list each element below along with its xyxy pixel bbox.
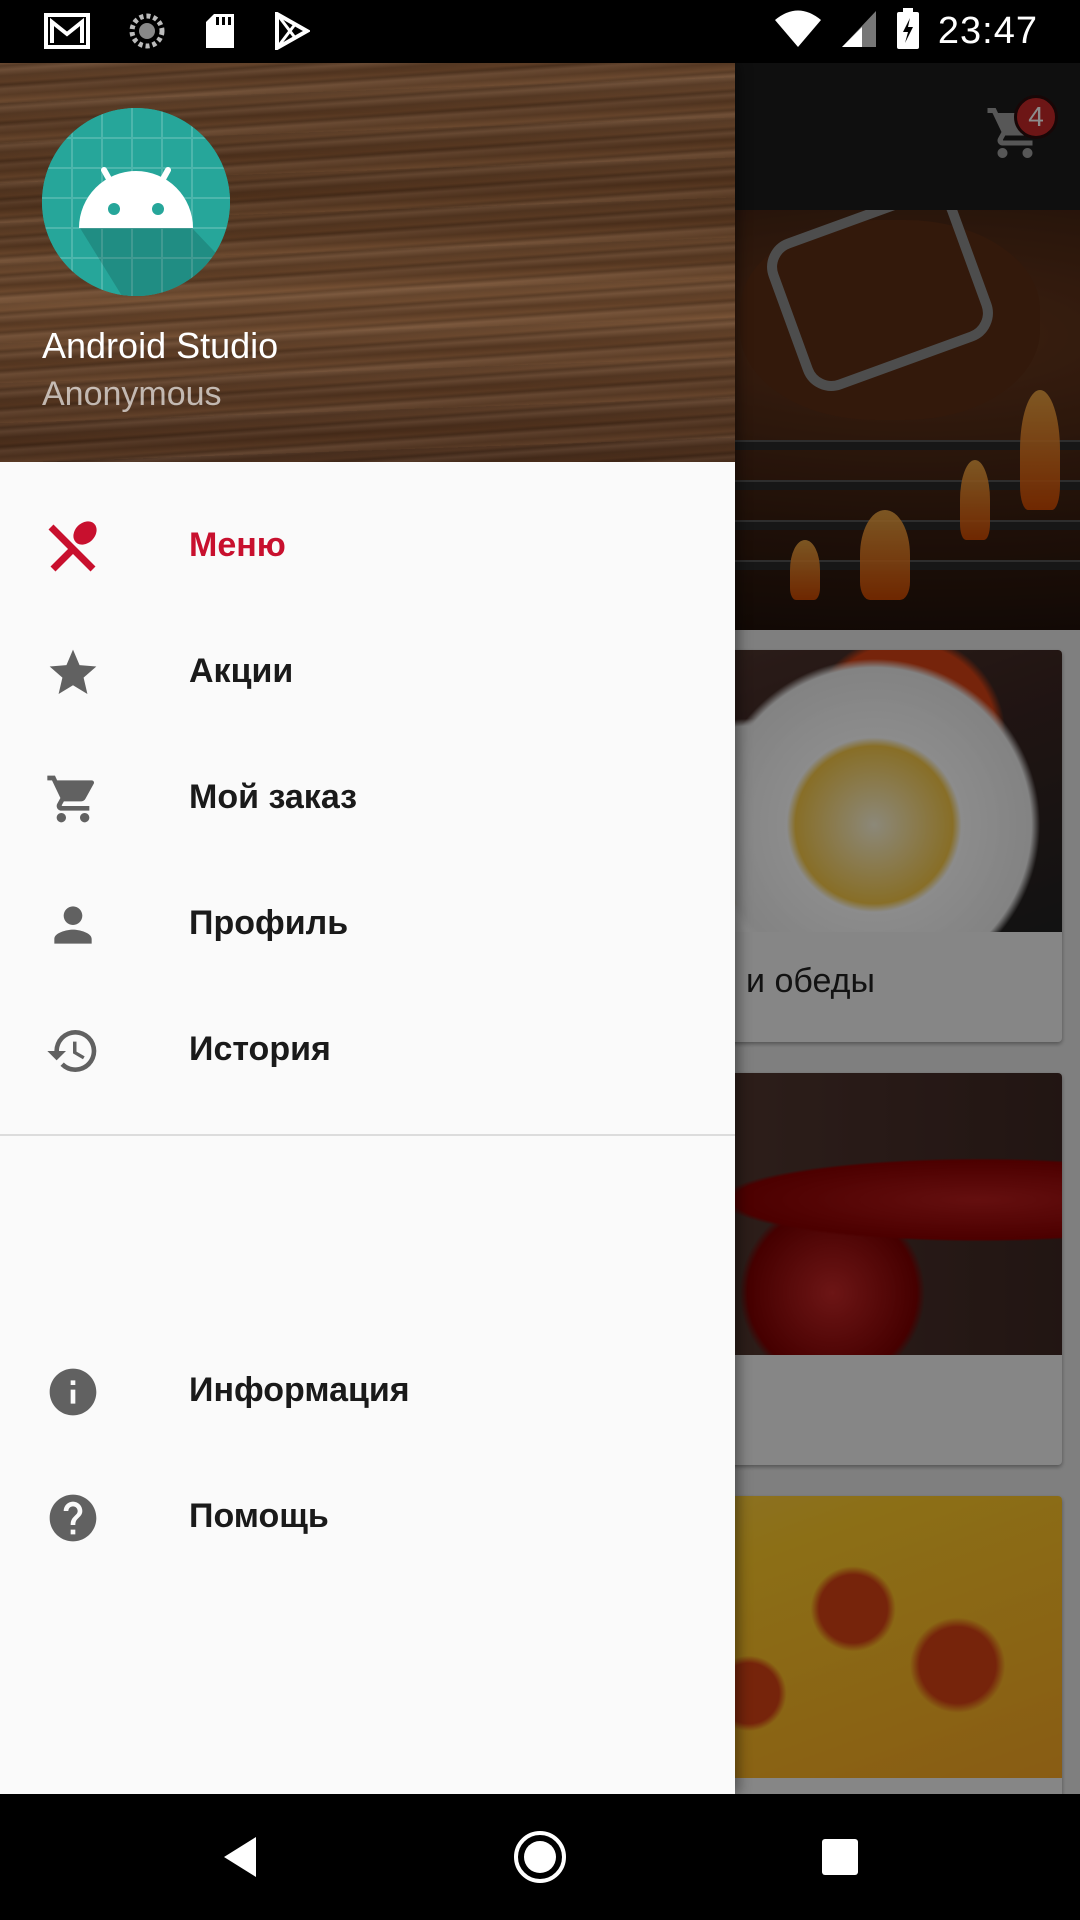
nav-label: Мой заказ xyxy=(189,777,358,816)
nav-label: Профиль xyxy=(189,903,349,942)
nav-label: Акции xyxy=(189,651,294,690)
avatar[interactable] xyxy=(42,108,230,296)
navigation-drawer: Android Studio Anonymous Меню Акции Мой … xyxy=(0,63,735,1794)
nav-list: Меню Акции Мой заказ Профиль История xyxy=(0,482,735,1112)
nav-item-history[interactable]: История xyxy=(0,986,735,1112)
home-icon[interactable] xyxy=(512,1829,568,1885)
fork-spoon-icon xyxy=(45,519,101,575)
nav-item-menu[interactable]: Меню xyxy=(0,482,735,608)
nav-item-profile[interactable]: Профиль xyxy=(0,860,735,986)
nav-item-promotions[interactable]: Акции xyxy=(0,608,735,734)
wifi-icon xyxy=(774,9,822,54)
battery-charging-icon xyxy=(896,8,920,55)
clock: 23:47 xyxy=(937,10,1038,52)
drawer-divider xyxy=(0,1134,735,1136)
nav-list-secondary: Информация Помощь xyxy=(0,1327,735,1579)
user-subtitle: Anonymous xyxy=(42,375,222,413)
nav-label: Информация xyxy=(189,1370,410,1409)
sd-card-icon xyxy=(204,12,236,55)
user-name: Android Studio xyxy=(42,325,279,366)
nav-item-my-order[interactable]: Мой заказ xyxy=(0,734,735,860)
recents-icon[interactable] xyxy=(812,1829,868,1885)
nav-label: История xyxy=(189,1029,331,1068)
history-icon xyxy=(45,1023,101,1079)
status-bar: 23:47 xyxy=(0,0,1080,63)
drawer-header: Android Studio Anonymous xyxy=(0,63,735,462)
signal-icon xyxy=(840,9,878,54)
cart-icon xyxy=(45,771,101,827)
person-icon xyxy=(45,897,101,953)
back-icon[interactable] xyxy=(212,1829,268,1885)
nav-item-info[interactable]: Информация xyxy=(0,1327,735,1453)
system-navigation-bar xyxy=(0,1794,1080,1920)
gmail-icon xyxy=(44,13,90,54)
star-icon xyxy=(45,645,101,701)
sync-icon xyxy=(128,12,166,55)
help-icon xyxy=(45,1490,101,1546)
nav-item-help[interactable]: Помощь xyxy=(0,1453,735,1579)
nav-label: Помощь xyxy=(189,1496,329,1535)
nav-label: Меню xyxy=(189,525,286,564)
info-icon xyxy=(45,1364,101,1420)
play-store-icon xyxy=(274,10,312,55)
